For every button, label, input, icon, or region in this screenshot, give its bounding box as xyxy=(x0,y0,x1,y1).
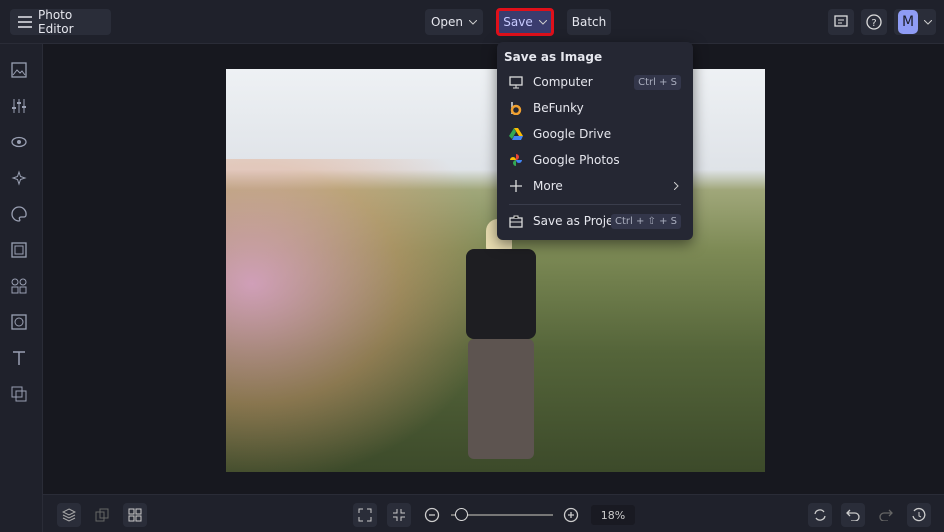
befunky-icon xyxy=(509,101,523,115)
adjust-sliders-icon[interactable] xyxy=(11,98,29,116)
light-leak xyxy=(226,159,486,472)
save-to-befunky[interactable]: BeFunky xyxy=(497,95,693,121)
chevron-down-icon xyxy=(469,19,478,25)
save-to-google-drive[interactable]: Google Drive xyxy=(497,121,693,147)
redo-icon xyxy=(879,509,893,521)
fit-to-screen-button[interactable] xyxy=(353,503,377,527)
chevron-down-icon xyxy=(924,19,932,25)
main-menu-button[interactable]: Photo Editor xyxy=(10,8,111,36)
google-photos-icon xyxy=(509,153,523,167)
woman-in-field xyxy=(456,219,546,459)
menu-item-label: Google Drive xyxy=(533,127,612,141)
app-title: Photo Editor xyxy=(38,8,74,36)
menu-item-label: More xyxy=(533,179,563,193)
refresh-icon xyxy=(813,508,827,522)
image-icon[interactable] xyxy=(11,62,29,80)
layers-button[interactable] xyxy=(57,503,81,527)
replace-image-icon xyxy=(95,508,109,522)
layers-icon xyxy=(62,508,76,522)
history-button[interactable] xyxy=(907,503,931,527)
svg-text:?: ? xyxy=(871,18,876,29)
batch-button[interactable]: Batch xyxy=(567,9,611,35)
save-to-google-photos[interactable]: Google Photos xyxy=(497,147,693,173)
zoom-in-icon xyxy=(563,507,579,523)
zoom-out-icon xyxy=(424,507,440,523)
save-button[interactable]: Save xyxy=(496,8,554,36)
google-drive-icon xyxy=(509,127,523,141)
avatar: M xyxy=(898,10,918,34)
collapse-icon xyxy=(392,508,406,522)
image-manager-button[interactable] xyxy=(123,503,147,527)
help-icon: ? xyxy=(866,14,882,30)
save-as-project[interactable]: Save as Project Ctrl + ⇧ + S xyxy=(497,208,693,234)
history-icon xyxy=(911,507,927,523)
help-button[interactable]: ? xyxy=(861,9,887,35)
grid-icon xyxy=(128,508,142,522)
menu-item-label: Google Photos xyxy=(533,153,620,167)
text-icon[interactable] xyxy=(11,350,29,368)
replace-image-button[interactable] xyxy=(90,503,114,527)
comment-icon xyxy=(834,15,848,29)
redo-button[interactable] xyxy=(874,503,898,527)
hamburger-icon xyxy=(18,16,32,28)
frame-icon[interactable] xyxy=(11,242,29,260)
monitor-icon xyxy=(509,75,523,89)
save-label: Save xyxy=(503,15,533,29)
eye-icon[interactable] xyxy=(11,134,29,152)
batch-label: Batch xyxy=(571,15,607,29)
shortcut-badge: Ctrl + S xyxy=(634,74,681,90)
open-button[interactable]: Open xyxy=(425,9,483,35)
briefcase-icon xyxy=(509,214,523,228)
artsy-palette-icon[interactable] xyxy=(11,206,29,224)
open-label: Open xyxy=(430,15,464,29)
zoom-level[interactable]: 18% xyxy=(591,505,635,525)
menu-item-label: BeFunky xyxy=(533,101,584,115)
zoom-slider-thumb[interactable] xyxy=(455,508,469,521)
tool-sidebar xyxy=(0,44,43,532)
chevron-right-icon xyxy=(674,182,679,190)
actual-size-button[interactable] xyxy=(387,503,411,527)
zoom-out-button[interactable] xyxy=(420,503,444,527)
top-bar: Photo Editor Open Save Batch ? M xyxy=(0,0,944,44)
account-button[interactable]: M xyxy=(894,9,936,35)
undo-button[interactable] xyxy=(841,503,865,527)
textures-icon[interactable] xyxy=(11,314,29,332)
bottom-toolbar: 18% xyxy=(43,494,944,532)
save-dropdown-menu: Save as Image Computer Ctrl + S BeFunky … xyxy=(497,42,693,240)
graphics-shapes-icon[interactable] xyxy=(11,278,29,296)
shortcut-badge: Ctrl + ⇧ + S xyxy=(611,213,681,229)
plus-icon xyxy=(509,179,523,193)
effects-sparkle-icon[interactable] xyxy=(11,170,29,188)
menu-divider xyxy=(509,204,681,205)
expand-icon xyxy=(358,508,372,522)
save-more[interactable]: More xyxy=(497,173,693,199)
zoom-slider[interactable] xyxy=(451,508,553,521)
chevron-down-icon xyxy=(538,19,547,25)
comments-button[interactable] xyxy=(828,9,854,35)
menu-item-label: Computer xyxy=(533,75,593,89)
undo-icon xyxy=(846,509,860,521)
save-to-computer[interactable]: Computer Ctrl + S xyxy=(497,69,693,95)
refresh-button[interactable] xyxy=(808,503,832,527)
overlays-icon[interactable] xyxy=(11,386,29,404)
menu-heading: Save as Image xyxy=(504,50,603,64)
zoom-in-button[interactable] xyxy=(559,503,583,527)
